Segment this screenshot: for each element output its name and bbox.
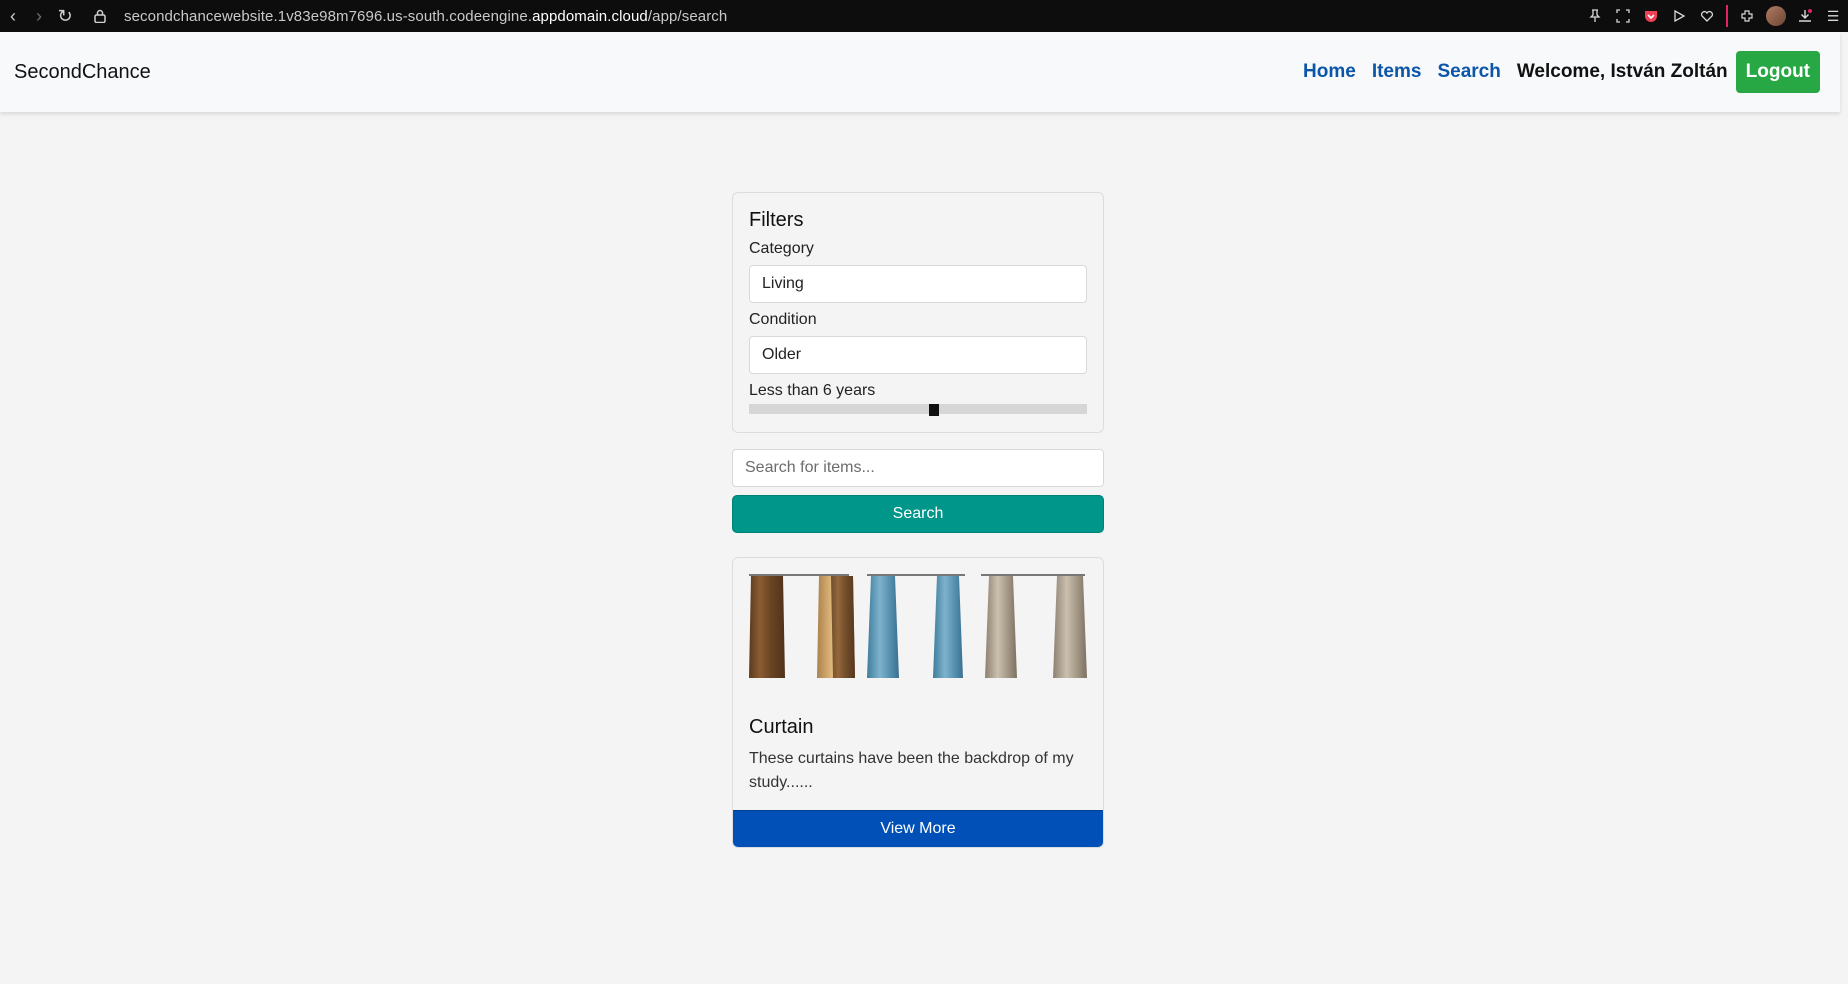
- condition-select[interactable]: Older: [749, 336, 1087, 374]
- forward-icon[interactable]: ›: [26, 0, 52, 32]
- category-label: Category: [749, 240, 814, 257]
- url-path: /app/search: [647, 7, 728, 25]
- search-input[interactable]: [732, 449, 1104, 487]
- profile-avatar[interactable]: [1766, 6, 1786, 26]
- toolbar-divider: [1726, 5, 1728, 27]
- app-navbar: SecondChance Home Items Search Welcome, …: [0, 32, 1840, 112]
- category-select[interactable]: Living: [749, 265, 1087, 303]
- screenshot-icon[interactable]: [1614, 7, 1632, 25]
- reload-icon[interactable]: ↻: [52, 0, 78, 32]
- filters-title: Filters: [749, 209, 804, 231]
- menu-icon[interactable]: ☰: [1824, 7, 1842, 25]
- search-button[interactable]: Search: [732, 495, 1104, 533]
- item-description: These curtains have been the backdrop of…: [749, 750, 1074, 791]
- logout-button[interactable]: Logout: [1735, 51, 1820, 93]
- back-icon[interactable]: ‹: [0, 0, 26, 32]
- age-slider[interactable]: [749, 404, 1087, 416]
- age-label: Less than 6 years: [749, 382, 876, 399]
- address-bar[interactable]: secondchancewebsite.1v83e98m7696.us-sout…: [124, 8, 727, 25]
- extensions-icon[interactable]: [1738, 7, 1756, 25]
- nav-links: Home Items Search Welcome, István Zoltán…: [1303, 32, 1820, 112]
- url-domain: appdomain.cloud: [532, 7, 648, 25]
- lock-icon: [94, 0, 118, 32]
- welcome-message: Welcome, István Zoltán: [1516, 61, 1728, 82]
- play-icon[interactable]: [1670, 7, 1688, 25]
- download-icon[interactable]: [1796, 7, 1814, 25]
- condition-label: Condition: [749, 311, 817, 328]
- item-card: Curtain These curtains have been the bac…: [732, 557, 1104, 848]
- browser-actions: ☰: [1586, 0, 1848, 32]
- nav-link-home[interactable]: Home: [1303, 61, 1356, 83]
- brand-logo[interactable]: SecondChance: [14, 61, 151, 84]
- filters-card: Filters Category Living Condition Older …: [732, 192, 1104, 433]
- age-slider-thumb[interactable]: [929, 404, 939, 416]
- item-title: Curtain: [749, 716, 814, 738]
- item-image: [749, 574, 1087, 678]
- pocket-icon[interactable]: [1642, 7, 1660, 25]
- browser-toolbar: ‹ › ↻ secondchancewebsite.1v83e98m7696.u…: [0, 0, 1848, 32]
- nav-link-items[interactable]: Items: [1372, 61, 1422, 83]
- url-prefix: secondchancewebsite.1v83e98m7696.us-sout…: [124, 7, 533, 25]
- pin-icon[interactable]: [1586, 7, 1604, 25]
- nav-link-search[interactable]: Search: [1437, 61, 1500, 83]
- view-more-button[interactable]: View More: [733, 810, 1103, 847]
- heart-icon[interactable]: [1698, 7, 1716, 25]
